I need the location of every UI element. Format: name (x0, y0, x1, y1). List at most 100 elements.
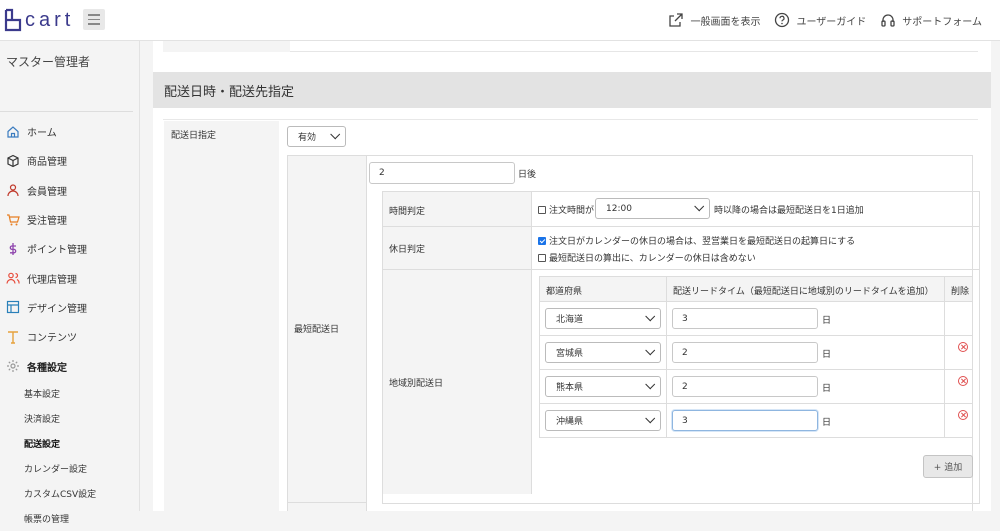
day-unit: 日 (822, 384, 832, 394)
region-table-header: 都道府県 配送リードタイム（最短配送日に地域別のリードタイムを追加） 削除 (540, 277, 972, 302)
holiday-opt1-label: 注文日がカレンダーの休日の場合は、翌営業日を最短配送日の起算日にする (549, 237, 856, 247)
min-delivery-label: 最短配送日 (294, 325, 340, 335)
sidebar-subitem-calendar[interactable]: カレンダー設定 (0, 456, 140, 481)
delete-icon[interactable] (958, 376, 968, 386)
chevron-down-icon (694, 201, 705, 212)
input-value: 3 (682, 415, 688, 426)
lead-time-input[interactable]: 3 (672, 308, 818, 329)
delivery-date-enabled-select[interactable]: 有効 (287, 126, 346, 147)
layout-icon (6, 301, 20, 314)
divider (163, 119, 978, 120)
sidebar-item-settings[interactable]: 各種設定 (0, 351, 140, 380)
select-value: 12:00 (606, 203, 632, 214)
region-row: 宮城県 2 日 (540, 336, 972, 370)
gear-icon (7, 360, 19, 373)
logo[interactable]: cart (4, 6, 74, 34)
sidebar-subitem-custom-csv[interactable]: カスタムCSV設定 (0, 481, 140, 506)
time-checkbox[interactable] (538, 205, 546, 214)
region-row: 熊本県 2 日 (540, 370, 972, 404)
home-icon (7, 125, 19, 138)
sidebar-item-products[interactable]: 商品管理 (0, 146, 140, 175)
settings-card: 配送日時・配送先指定 配送日指定 有効 最短配送日 2 日後 時間判定 注文時間… (153, 41, 991, 511)
add-region-button[interactable]: + 追加 (923, 455, 973, 478)
scrollbar[interactable] (991, 41, 1000, 511)
col-pref: 都道府県 (546, 287, 583, 297)
sidebar-item-label: 受注管理 (27, 216, 67, 228)
sidebar-item-contents[interactable]: コンテンツ (0, 322, 140, 351)
pref-select[interactable]: 北海道 (545, 308, 661, 329)
region-label: 地域別配送日 (389, 379, 444, 389)
dollar-icon (9, 242, 17, 255)
menu-icon (88, 14, 100, 16)
menu-toggle-button[interactable] (83, 9, 105, 30)
help-circle-icon (775, 12, 790, 28)
lead-time-input[interactable]: 3 (672, 410, 818, 431)
holiday-checkbox-1[interactable] (538, 236, 546, 245)
view-storefront-link[interactable]: 一般画面を表示 (668, 12, 760, 28)
top-header: cart 一般画面を表示 ユーザーガイド サポートフォーム (0, 0, 1000, 41)
delete-icon[interactable] (958, 342, 968, 352)
sidebar-item-label: 各種設定 (27, 362, 67, 374)
chevron-down-icon (330, 129, 341, 140)
sidebar-item-design[interactable]: デザイン管理 (0, 293, 140, 322)
text-icon (8, 331, 18, 344)
sidebar: マスター管理者 ホーム 商品管理 会員管理 受注管理 ポイント管理 代理店管理 (0, 41, 140, 525)
support-form-link[interactable]: サポートフォーム (880, 12, 982, 28)
user-guide-link[interactable]: ユーザーガイド (774, 12, 866, 28)
time-suffix: 時以降の場合は最短配送日を1日追加 (714, 206, 864, 216)
input-value: 2 (379, 168, 385, 178)
chevron-down-icon (645, 345, 656, 356)
support-form-label: サポートフォーム (902, 16, 982, 28)
region-table: 都道府県 配送リードタイム（最短配送日に地域別のリードタイムを追加） 削除 北海… (539, 276, 973, 438)
sidebar-item-label: ポイント管理 (27, 245, 87, 257)
table-row: 地域別配送日 都道府県 配送リードタイム（最短配送日に地域別のリードタイムを追加… (383, 270, 979, 494)
box-icon (7, 154, 19, 168)
sidebar-subitem-forms[interactable]: 帳票の管理 (0, 506, 140, 531)
delete-icon[interactable] (958, 410, 968, 420)
sidebar-subitem-shipping[interactable]: 配送設定 (0, 431, 140, 456)
sidebar-item-label: デザイン管理 (27, 303, 87, 315)
lead-time-input[interactable]: 2 (672, 376, 818, 397)
time-condition: 注文時間が (538, 203, 594, 216)
pref-select[interactable]: 沖縄県 (545, 410, 661, 431)
region-row: 北海道 3 日 (540, 302, 972, 336)
select-value: 宮城県 (556, 349, 584, 359)
lead-time-input[interactable]: 2 (672, 342, 818, 363)
min-delivery-label-cell: 最短配送日 (288, 156, 367, 502)
pref-select[interactable]: 熊本県 (545, 376, 661, 397)
field-label: 配送日指定 (171, 131, 217, 141)
user-icon (7, 184, 19, 197)
sidebar-item-label: 商品管理 (27, 157, 67, 169)
user-guide-label: ユーザーガイド (796, 16, 867, 28)
sidebar-item-home[interactable]: ホーム (0, 117, 140, 146)
section-title: 配送日時・配送先指定 (153, 72, 991, 108)
sidebar-subitem-payment[interactable]: 決済設定 (0, 406, 140, 431)
col-lead: 配送リードタイム（最短配送日に地域別のリードタイムを追加） (673, 287, 934, 297)
cart-icon (7, 213, 20, 226)
holiday-option-1: 注文日がカレンダーの休日の場合は、翌営業日を最短配送日の起算日にする (538, 234, 855, 247)
logo-mark-icon (4, 8, 22, 32)
holiday-checkbox-2[interactable] (538, 253, 546, 262)
input-value: 2 (682, 347, 688, 358)
logo-text: cart (25, 8, 75, 31)
days-unit: 日後 (518, 170, 537, 180)
sidebar-item-agencies[interactable]: 代理店管理 (0, 263, 140, 292)
sidebar-item-label: 会員管理 (27, 186, 67, 198)
divider (0, 111, 133, 112)
sidebar-item-members[interactable]: 会員管理 (0, 176, 140, 205)
sidebar-item-points[interactable]: ポイント管理 (0, 234, 140, 263)
min-days-input[interactable]: 2 (369, 162, 515, 184)
pref-select[interactable]: 宮城県 (545, 342, 661, 363)
sidebar-subitem-basic[interactable]: 基本設定 (0, 381, 140, 406)
previous-row (163, 41, 978, 52)
time-select[interactable]: 12:00 (595, 198, 710, 219)
sidebar-item-orders[interactable]: 受注管理 (0, 205, 140, 234)
view-storefront-label: 一般画面を表示 (690, 16, 761, 28)
select-value: 有効 (298, 133, 317, 143)
next-row-label-cell (288, 502, 367, 511)
select-value: 沖縄県 (556, 417, 584, 427)
delivery-rules-table: 時間判定 注文時間が 12:00 時以降の場合は最短配送日を1日追加 休日判定 … (382, 191, 980, 504)
external-link-icon (669, 13, 684, 27)
select-value: 北海道 (556, 315, 584, 325)
col-delete: 削除 (951, 287, 970, 297)
